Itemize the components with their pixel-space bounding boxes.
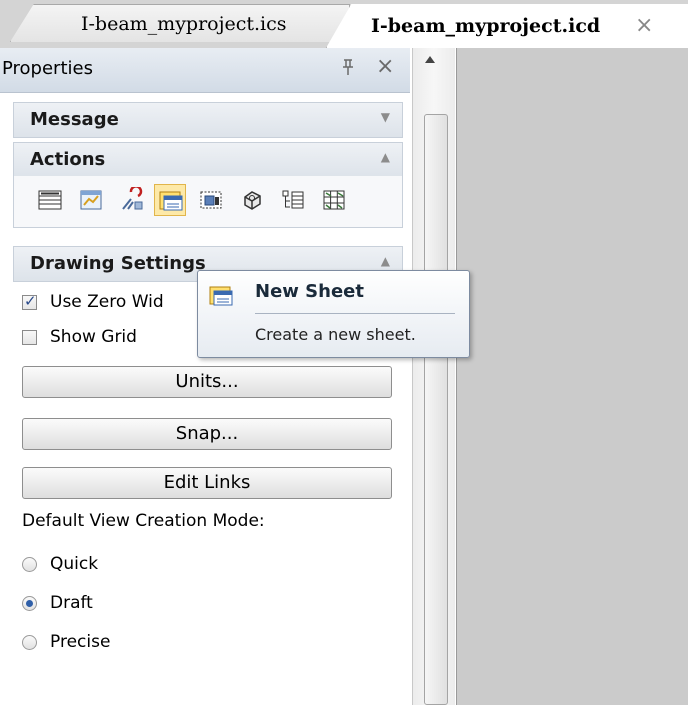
tooltip-description: Create a new sheet.	[255, 325, 416, 344]
new-sheet-icon	[208, 283, 234, 314]
units-button[interactable]: Units...	[22, 366, 392, 398]
tab-ics-file[interactable]: I-beam_myproject.ics	[10, 4, 350, 42]
new-sheet-icon[interactable]	[154, 184, 186, 216]
checkbox-label: Show Grid	[50, 327, 137, 347]
section-message-header[interactable]: Message ▼	[13, 102, 403, 138]
tab-label: I-beam_myproject.ics	[81, 13, 287, 35]
grid-settings-icon[interactable]	[318, 184, 350, 216]
checkbox-label: Use Zero Wid	[50, 292, 164, 312]
actions-toolbar	[13, 176, 403, 228]
link-tool-icon[interactable]	[116, 184, 148, 216]
table-icon[interactable]	[34, 184, 66, 216]
view-mode-label: Default View Creation Mode:	[22, 511, 265, 531]
snap-button[interactable]: Snap...	[22, 418, 392, 450]
section-title: Actions	[30, 149, 106, 170]
radio-selected-dot	[26, 600, 33, 607]
radio-label: Precise	[50, 632, 111, 652]
radio-label: Draft	[50, 593, 93, 613]
check-icon: ✓	[24, 292, 37, 310]
properties-panel: Properties × Message ▼ Actions ▲ Drawing…	[0, 48, 410, 705]
panel-header: Properties ×	[0, 48, 410, 93]
radio-label: Quick	[50, 554, 99, 574]
tooltip-divider	[255, 313, 455, 314]
scroll-up-arrow-icon[interactable]	[425, 56, 435, 63]
section-actions-header[interactable]: Actions ▲	[13, 142, 403, 178]
panel-close-icon[interactable]: ×	[376, 54, 394, 79]
radio-button[interactable]	[22, 635, 37, 650]
scrollbar-thumb[interactable]	[424, 114, 448, 705]
chevron-up-icon: ▲	[380, 254, 390, 268]
pin-icon[interactable]	[340, 58, 356, 81]
checkbox-checked[interactable]: ✓	[22, 292, 37, 310]
sheet-chart-icon[interactable]	[75, 184, 107, 216]
tooltip-title: New Sheet	[255, 281, 364, 302]
document-tab-strip: I-beam_myproject.ics I-beam_myproject.ic…	[0, 0, 688, 48]
3d-part-icon[interactable]	[236, 184, 268, 216]
checkbox-unchecked[interactable]	[22, 330, 37, 345]
radio-button[interactable]	[22, 557, 37, 572]
radio-button[interactable]	[22, 596, 37, 611]
section-title: Message	[30, 109, 119, 130]
section-title: Drawing Settings	[30, 253, 206, 274]
tab-close-icon[interactable]: ×	[635, 7, 653, 45]
tree-list-icon[interactable]	[277, 184, 309, 216]
tooltip-new-sheet: New Sheet Create a new sheet.	[197, 270, 470, 358]
drawing-canvas[interactable]	[456, 48, 688, 705]
chevron-up-icon: ▲	[380, 150, 390, 164]
edit-links-button[interactable]: Edit Links	[22, 467, 392, 499]
tab-label: I-beam_myproject.icd	[371, 15, 601, 37]
panel-title: Properties	[2, 58, 93, 79]
tab-icd-file[interactable]: I-beam_myproject.icd ×	[326, 4, 688, 48]
chevron-down-icon: ▼	[380, 110, 390, 124]
frame-icon[interactable]	[195, 184, 227, 216]
vertical-scrollbar[interactable]	[412, 48, 455, 705]
